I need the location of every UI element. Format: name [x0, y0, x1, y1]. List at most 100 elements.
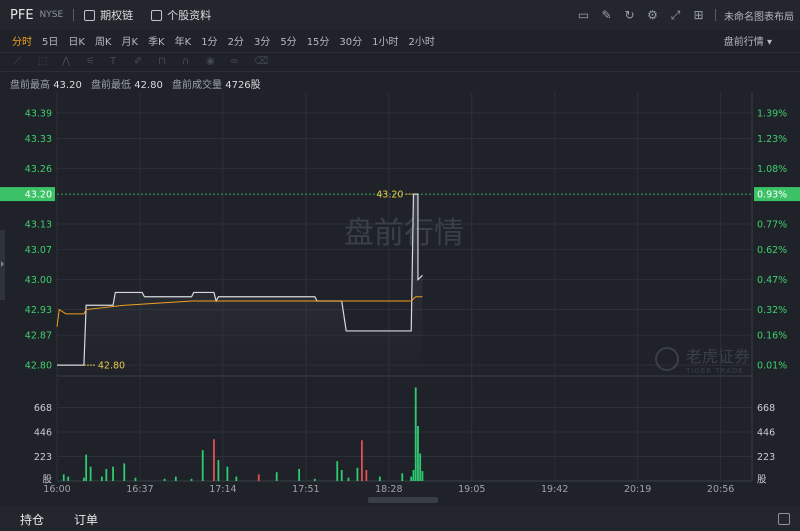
volume-bar: [347, 477, 350, 481]
time-tick-label: 16:37: [126, 484, 153, 495]
volume-bar: [100, 476, 103, 481]
tab-period-15m[interactable]: 15分: [305, 33, 332, 48]
pct-tick-label: 0.77%: [757, 220, 787, 231]
current-price-tag-label: 43.20: [25, 190, 52, 201]
screen-icon[interactable]: ▭: [577, 8, 590, 22]
tab-period-week[interactable]: 周K: [93, 33, 114, 48]
fib-tool-icon[interactable]: ⚟: [86, 57, 98, 67]
volume-bar: [213, 439, 215, 481]
tab-period-5m[interactable]: 5分: [278, 33, 298, 48]
top-bar: PFE NYSE 期权链 个股资料 ▭ ✎ ↻ ⚙ ⤢ ⊞ 未命名图表布局: [0, 0, 800, 30]
tab-period-month[interactable]: 月K: [120, 33, 141, 48]
volume-bar: [419, 453, 422, 481]
volume-bar: [313, 478, 316, 481]
tab-positions[interactable]: 持仓: [20, 511, 44, 528]
high-value: 43.20: [53, 80, 82, 91]
pct-tick-label: 1.23%: [757, 134, 787, 145]
grid-icon[interactable]: ⊞: [692, 8, 705, 22]
delete-icon[interactable]: ⌫: [254, 57, 268, 67]
low-label: 盘前最低: [91, 80, 132, 91]
price-tick-label: 43.33: [25, 134, 52, 145]
fullscreen-icon[interactable]: ⤢: [669, 8, 682, 22]
tab-period-quarter[interactable]: 季K: [146, 33, 167, 48]
time-tick-label: 17:14: [209, 484, 236, 495]
option-chain-link[interactable]: 期权链: [84, 7, 133, 23]
tab-period-year[interactable]: 年K: [173, 33, 194, 48]
lock-icon[interactable]: ⊓: [158, 57, 170, 67]
volume-value: 4726股: [225, 80, 261, 91]
volume-bar: [412, 470, 415, 481]
volume-bar: [85, 454, 88, 481]
rect-tool-icon[interactable]: ⬚: [38, 57, 50, 67]
tab-orders[interactable]: 订单: [74, 511, 98, 528]
link-icon[interactable]: ∞: [230, 57, 242, 67]
text-tool-icon[interactable]: T: [110, 57, 122, 67]
time-scrollbar[interactable]: [368, 497, 438, 503]
volume-bar: [201, 450, 204, 481]
pct-tick-label: 0.16%: [757, 331, 787, 342]
high-annotation: 43.20: [376, 190, 403, 201]
tab-period-1m[interactable]: 1分: [199, 33, 219, 48]
volume-bar: [401, 473, 404, 481]
watermark-text: 盘前行情: [344, 216, 464, 251]
symbol-ticker[interactable]: PFE: [10, 8, 34, 23]
price-tick-label: 43.39: [25, 108, 52, 119]
price-tick-label: 42.87: [25, 331, 52, 342]
line-tool-icon[interactable]: ⟋: [14, 57, 26, 67]
profile-label: 个股资料: [167, 9, 212, 22]
eye-icon[interactable]: ◉: [206, 57, 218, 67]
volume-bar: [365, 470, 368, 481]
refresh-icon[interactable]: ↻: [623, 8, 636, 22]
tab-period-3m[interactable]: 3分: [252, 33, 272, 48]
volume-bar: [361, 440, 363, 481]
intraday-chart[interactable]: 盘前行情 老虎证券 TIGER TRADE 43.39 1.39% 43.33 1.2…: [0, 92, 800, 499]
volume-bar: [67, 476, 70, 481]
option-chain-icon: [84, 9, 96, 21]
price-tick-label: 43.26: [25, 164, 52, 175]
volume-bar: [105, 468, 108, 481]
volume-bar: [410, 476, 413, 481]
price-tick-label: 43.00: [25, 275, 52, 286]
volume-bar: [83, 477, 85, 481]
chart-grid: [56, 92, 753, 482]
pct-tick-label: 0.47%: [757, 275, 787, 286]
volume-bar: [417, 426, 419, 481]
profile-link[interactable]: 个股资料: [151, 7, 211, 23]
volume-tick-label: 446: [757, 427, 775, 438]
time-tick-label: 20:56: [707, 484, 734, 495]
tab-period-2h[interactable]: 2小时: [407, 33, 437, 48]
expand-panel-icon[interactable]: [778, 513, 790, 525]
edit-icon[interactable]: ✎: [600, 8, 613, 22]
brand-watermark-cn: 老虎证券: [686, 347, 750, 366]
option-chain-label: 期权链: [100, 9, 134, 22]
time-tick-label: 17:51: [292, 484, 319, 495]
magnet-icon[interactable]: ∩: [182, 57, 194, 67]
tab-period-2m[interactable]: 2分: [226, 33, 246, 48]
brush-tool-icon[interactable]: ✐: [134, 57, 146, 67]
gear-icon[interactable]: ⚙: [646, 8, 659, 22]
tab-period-1h[interactable]: 1小时: [370, 33, 400, 48]
session-stats: 盘前最高 43.20 盘前最低 42.80 盘前成交量 4726股: [10, 76, 267, 91]
volume-bar: [89, 466, 92, 481]
tab-period-intraday[interactable]: 分时: [10, 33, 34, 48]
volume-tick-label: 668: [34, 403, 52, 414]
pct-tick-label: 1.39%: [757, 108, 787, 119]
volume-bar: [257, 474, 260, 481]
period-tabs: 分时 5日 日K 周K 月K 季K 年K 1分 2分 3分 5分 15分 30分…: [0, 30, 800, 50]
pattern-tool-icon[interactable]: ⋀: [62, 57, 74, 67]
tab-period-day[interactable]: 日K: [66, 33, 87, 48]
session-mode-dropdown[interactable]: 盘前行情 ▾: [724, 33, 772, 48]
time-tick-label: 19:05: [458, 484, 485, 495]
bottom-bar: 持仓 订单: [0, 507, 800, 531]
price-tick-label: 42.80: [25, 361, 52, 372]
volume-tick-label: 股: [42, 475, 52, 486]
pct-tick-label: 0.01%: [757, 361, 787, 372]
price-tick-label: 43.13: [25, 220, 52, 231]
tab-period-5d[interactable]: 5日: [40, 33, 60, 48]
tab-period-30m[interactable]: 30分: [337, 33, 364, 48]
price-tick-label: 43.07: [25, 245, 52, 256]
low-value: 42.80: [134, 80, 163, 91]
brand-watermark: 老虎证券 TIGER TRADE: [655, 347, 750, 375]
top-icons: ▭ ✎ ↻ ⚙ ⤢ ⊞ 未命名图表布局: [567, 0, 794, 30]
layout-name[interactable]: 未命名图表布局: [724, 8, 794, 23]
